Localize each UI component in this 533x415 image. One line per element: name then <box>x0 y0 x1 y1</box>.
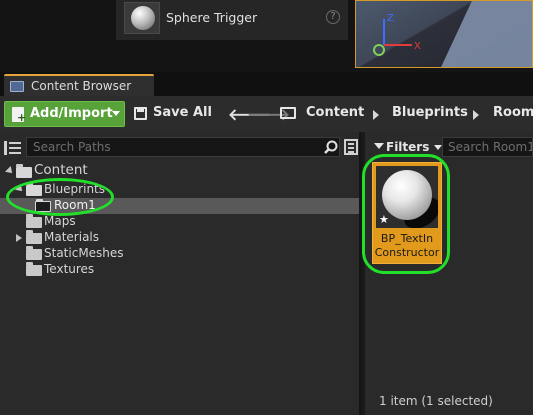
asset-name-line: BP_TextIn <box>380 232 434 245</box>
tree-item-room1[interactable]: Room1 <box>0 198 359 214</box>
folder-icon <box>26 214 42 228</box>
save-all-button[interactable]: Save All <box>132 101 212 127</box>
tree-item-label: Materials <box>44 230 100 244</box>
asset-name-line: Constructor <box>374 246 440 259</box>
tree-item-textures[interactable]: Textures <box>0 262 359 278</box>
folder-icon <box>26 262 42 276</box>
folder-icon <box>26 246 42 260</box>
collapsed-arrow-icon[interactable] <box>16 234 22 242</box>
tree-item-label: StaticMeshes <box>44 246 124 260</box>
tab-label: Content Browser <box>31 79 132 93</box>
folder-icon <box>26 230 42 244</box>
tree-item-label: Content <box>34 162 88 178</box>
view-options-icon[interactable] <box>344 139 358 155</box>
asset-count-status: 1 item (1 selected) <box>379 394 493 408</box>
help-icon[interactable]: ? <box>326 10 340 24</box>
axis-x-label: X <box>414 41 421 52</box>
asset-thumbnail: ★ <box>376 166 438 228</box>
tree-item-label: Textures <box>44 262 95 276</box>
tab-content-browser[interactable]: Content Browser <box>4 74 154 96</box>
tree-item-maps[interactable]: Maps <box>0 214 359 230</box>
save-icon <box>134 107 147 120</box>
search-icon[interactable] <box>324 140 338 154</box>
chevron-down-icon <box>112 111 120 116</box>
folder-open-icon <box>16 164 32 178</box>
sphere-icon <box>131 6 155 30</box>
asset-search-box[interactable] <box>442 137 533 157</box>
expand-arrow-icon[interactable] <box>15 184 25 194</box>
add-import-button[interactable]: + Add/Import <box>4 101 125 127</box>
star-icon: ★ <box>379 213 389 226</box>
sphere-trigger-label: Sphere Trigger <box>166 10 258 25</box>
filter-icon <box>374 143 384 149</box>
search-paths-input[interactable] <box>27 138 307 156</box>
viewport-preview[interactable]: Z X <box>355 0 533 68</box>
folder-icon <box>35 199 51 212</box>
search-paths-box[interactable] <box>26 137 340 157</box>
top-strip: Sphere Trigger ? Z X <box>0 0 533 72</box>
asset-tile-bp-textin-constructor[interactable]: ★ BP_TextIn Constructor <box>372 162 442 264</box>
tree-item-label: Room1 <box>54 198 96 212</box>
expand-arrow-icon[interactable] <box>5 166 15 176</box>
sources-panel-icon[interactable] <box>4 140 22 156</box>
content-browser-icon <box>10 81 24 92</box>
asset-name: BP_TextIn Constructor <box>373 232 441 260</box>
breadcrumb-separator-icon[interactable] <box>373 110 379 120</box>
folder-tree-panel: Content Blueprints Room1 Maps Materials … <box>0 132 362 415</box>
tree-item-blueprints[interactable]: Blueprints <box>0 182 359 198</box>
breadcrumb-folder-icon[interactable] <box>280 107 296 119</box>
tree-item-materials[interactable]: Materials <box>0 230 359 246</box>
tree-item-content[interactable]: Content <box>0 162 359 180</box>
chevron-down-icon <box>434 145 442 150</box>
add-import-label: Add/Import <box>30 106 113 121</box>
tree-item-label: Blueprints <box>44 182 106 196</box>
breadcrumb-separator-icon[interactable] <box>473 110 479 120</box>
axis-z-label: Z <box>387 13 394 24</box>
breadcrumb-content[interactable]: Content <box>306 105 364 120</box>
folder-open-icon <box>26 182 42 196</box>
tree-item-staticmeshes[interactable]: StaticMeshes <box>0 246 359 262</box>
sphere-icon <box>382 170 432 220</box>
breadcrumb-blueprints[interactable]: Blueprints <box>392 105 468 120</box>
tab-bar: Content Browser <box>0 72 533 96</box>
save-all-label: Save All <box>153 105 212 120</box>
transform-gizmo-icon[interactable]: Z X <box>364 5 424 65</box>
content-browser-toolbar: + Add/Import Save All 🡐 🡒 Content Bluepr… <box>0 96 533 132</box>
tree-item-label: Maps <box>44 214 76 228</box>
filters-label: Filters <box>386 140 430 154</box>
breadcrumb-room1[interactable]: Room1 <box>493 105 533 120</box>
plus-icon: + <box>17 111 27 124</box>
asset-view-panel: Filters ★ BP_TextIn Constructor 1 item (… <box>362 132 533 415</box>
asset-search-input[interactable] <box>443 138 532 156</box>
sphere-trigger-thumbnail[interactable] <box>124 2 160 34</box>
